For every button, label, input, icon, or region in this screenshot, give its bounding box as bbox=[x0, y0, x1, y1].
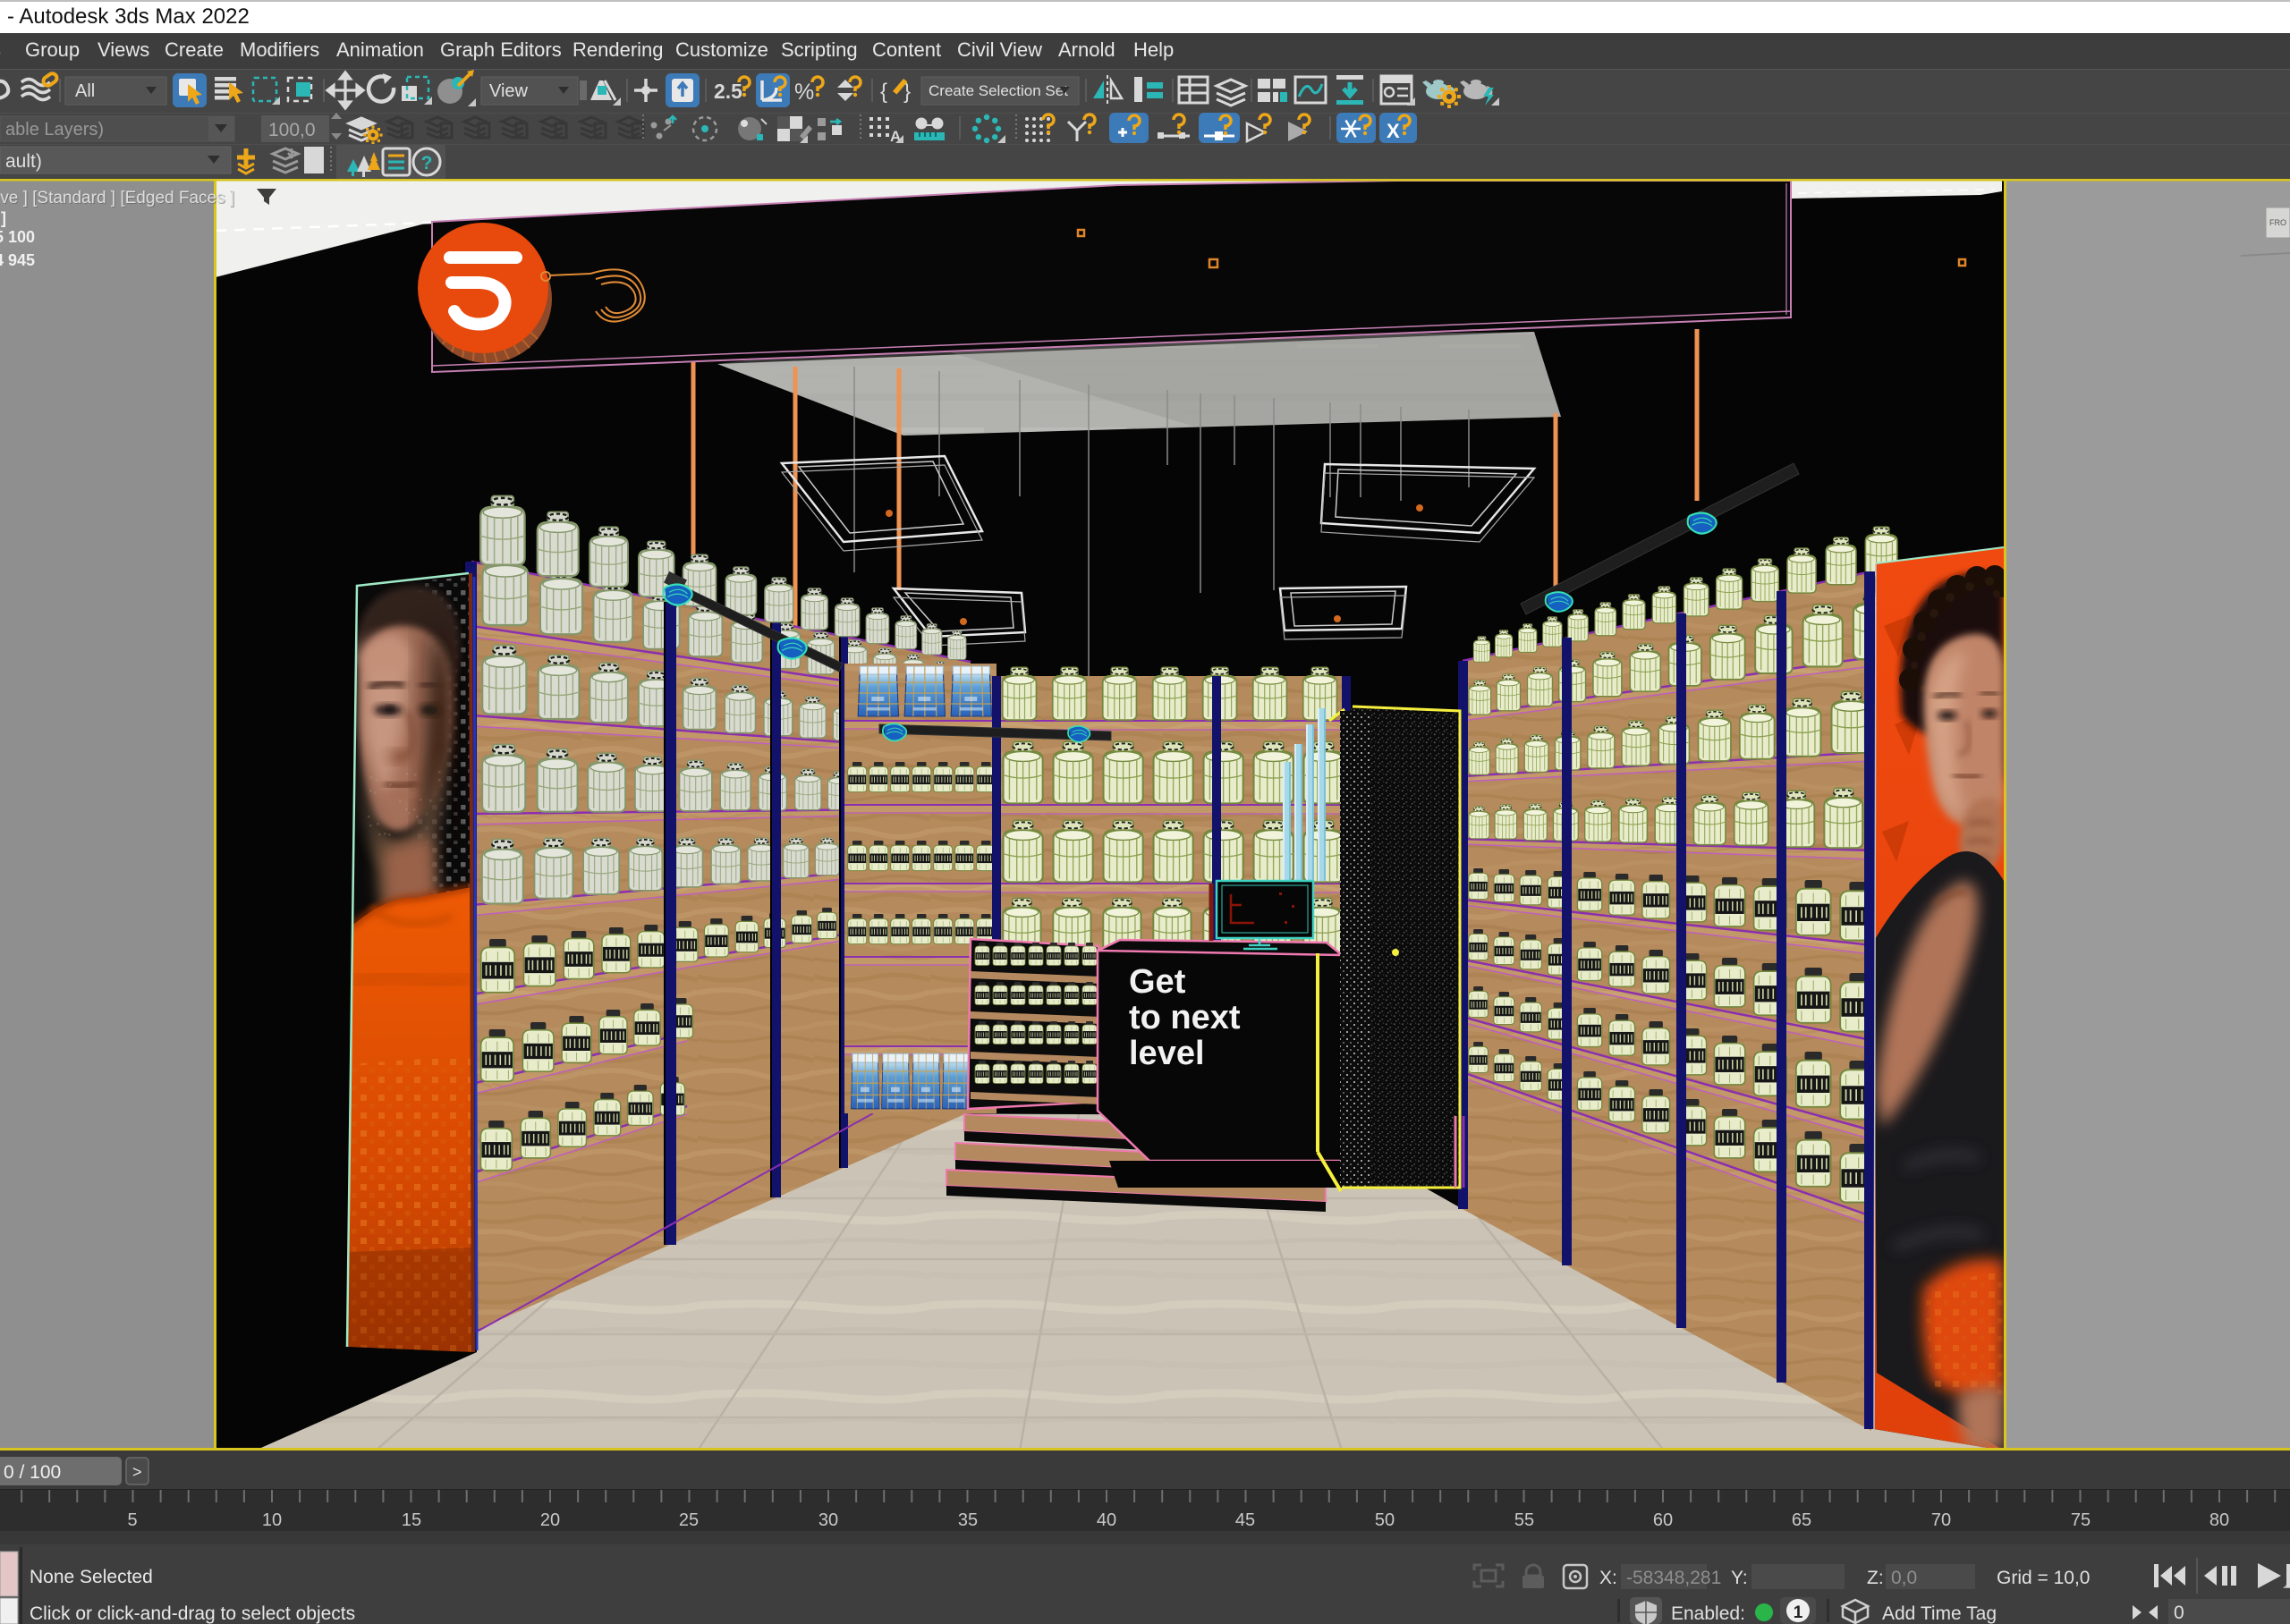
svg-text:None Selected: None Selected bbox=[30, 1567, 153, 1587]
svg-text:FRO: FRO bbox=[2269, 218, 2286, 227]
svg-text:Click or click-and-drag to sel: Click or click-and-drag to select object… bbox=[30, 1603, 355, 1624]
svg-text:View: View bbox=[489, 81, 529, 101]
svg-text:X:: X: bbox=[1599, 1568, 1617, 1588]
svg-text:70: 70 bbox=[1931, 1510, 1951, 1530]
svg-text:5: 5 bbox=[127, 1510, 137, 1530]
svg-text:able Layers): able Layers) bbox=[5, 120, 104, 140]
svg-text:{: { bbox=[880, 80, 887, 104]
svg-text:?: ? bbox=[421, 153, 433, 173]
svg-text:>: > bbox=[132, 1463, 142, 1481]
svg-text:2.5: 2.5 bbox=[714, 80, 742, 103]
svg-text:80: 80 bbox=[2209, 1510, 2229, 1530]
svg-text:5 100: 5 100 bbox=[0, 228, 35, 246]
svg-text:0,0: 0,0 bbox=[1891, 1568, 1917, 1588]
svg-text:20: 20 bbox=[540, 1510, 560, 1530]
svg-text:Z:: Z: bbox=[1867, 1568, 1884, 1588]
svg-text:Enabled:: Enabled: bbox=[1671, 1603, 1745, 1624]
svg-text:30: 30 bbox=[818, 1510, 838, 1530]
svg-text:Y:: Y: bbox=[1731, 1568, 1748, 1588]
svg-text:ive ] [Standard ] [Edged Fac: ive ] [Standard ] [Edged Faces ] bbox=[0, 189, 234, 207]
svg-text:75: 75 bbox=[2071, 1510, 2091, 1530]
svg-text:ault): ault) bbox=[5, 151, 42, 172]
svg-text:100,0: 100,0 bbox=[268, 120, 316, 140]
svg-text:to next: to next bbox=[1129, 999, 1241, 1036]
svg-text:All: All bbox=[75, 81, 95, 101]
svg-text:%: % bbox=[794, 80, 814, 105]
svg-text:65: 65 bbox=[1792, 1510, 1811, 1530]
svg-text:55: 55 bbox=[1514, 1510, 1534, 1530]
svg-text:10: 10 bbox=[262, 1510, 282, 1530]
svg-text:25: 25 bbox=[679, 1510, 699, 1530]
svg-text:35: 35 bbox=[958, 1510, 978, 1530]
svg-text:4 945: 4 945 bbox=[0, 251, 35, 269]
svg-text:l]: l] bbox=[0, 209, 6, 227]
svg-text:15: 15 bbox=[402, 1510, 421, 1530]
svg-text:0 / 100: 0 / 100 bbox=[4, 1462, 61, 1483]
svg-text:Get: Get bbox=[1129, 963, 1186, 1001]
svg-text:1: 1 bbox=[1794, 1603, 1803, 1622]
svg-text:0: 0 bbox=[2174, 1603, 2184, 1623]
svg-text:-58348,281: -58348,281 bbox=[1626, 1568, 1721, 1588]
svg-text:50: 50 bbox=[1375, 1510, 1395, 1530]
svg-text:40: 40 bbox=[1097, 1510, 1116, 1530]
svg-text:60: 60 bbox=[1653, 1510, 1673, 1530]
svg-text:Create Selection Set: Create Selection Set bbox=[929, 82, 1068, 99]
svg-text:Add Time Tag: Add Time Tag bbox=[1882, 1603, 1997, 1624]
svg-text:45: 45 bbox=[1235, 1510, 1255, 1530]
svg-text:level: level bbox=[1129, 1035, 1205, 1072]
svg-text:X: X bbox=[1387, 120, 1400, 142]
svg-text:Grid = 10,0: Grid = 10,0 bbox=[1997, 1568, 2090, 1588]
